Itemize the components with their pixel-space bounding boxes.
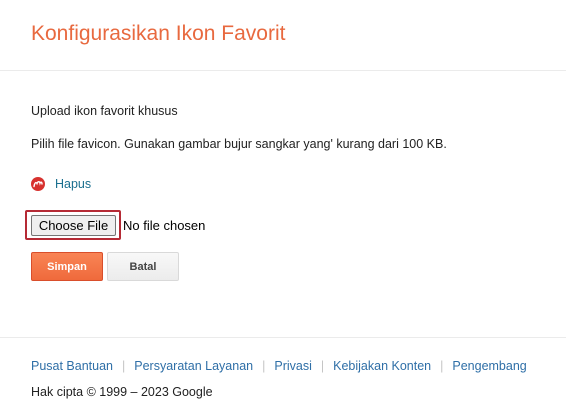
footer-separator: | — [262, 359, 266, 373]
page-title: Konfigurasikan Ikon Favorit — [31, 22, 286, 45]
save-button[interactable]: Simpan — [31, 252, 103, 281]
choose-file-button[interactable]: Choose File — [31, 215, 116, 236]
footer-separator: | — [320, 359, 325, 373]
footer-divider — [0, 337, 566, 338]
footer-separator: | — [440, 359, 444, 373]
footer-link-developers[interactable]: Pengembang — [452, 359, 526, 373]
current-favicon-row: Hapus — [31, 176, 91, 192]
page-header: Konfigurasikan Ikon Favorit — [0, 0, 566, 71]
favicon-preview-icon — [31, 177, 45, 191]
footer-link-privacy[interactable]: Privasi — [274, 359, 312, 373]
upload-heading: Upload ikon favorit khusus — [31, 104, 178, 118]
upload-description: Pilih file favicon. Gunakan gambar bujur… — [31, 137, 447, 151]
footer-links: Pusat Bantuan | Persyaratan Layanan | Pr… — [31, 359, 527, 373]
footer-link-help-center[interactable]: Pusat Bantuan — [31, 359, 113, 373]
copyright-text: Hak cipta © 1999 – 2023 Google — [31, 385, 213, 399]
remove-favicon-link[interactable]: Hapus — [55, 177, 91, 191]
file-status-text: No file chosen — [123, 218, 206, 233]
footer-separator: | — [122, 359, 126, 373]
cancel-button[interactable]: Batal — [107, 252, 179, 281]
footer-link-content-policy[interactable]: Kebijakan Konten — [333, 359, 431, 373]
footer-link-terms[interactable]: Persyaratan Layanan — [134, 359, 253, 373]
